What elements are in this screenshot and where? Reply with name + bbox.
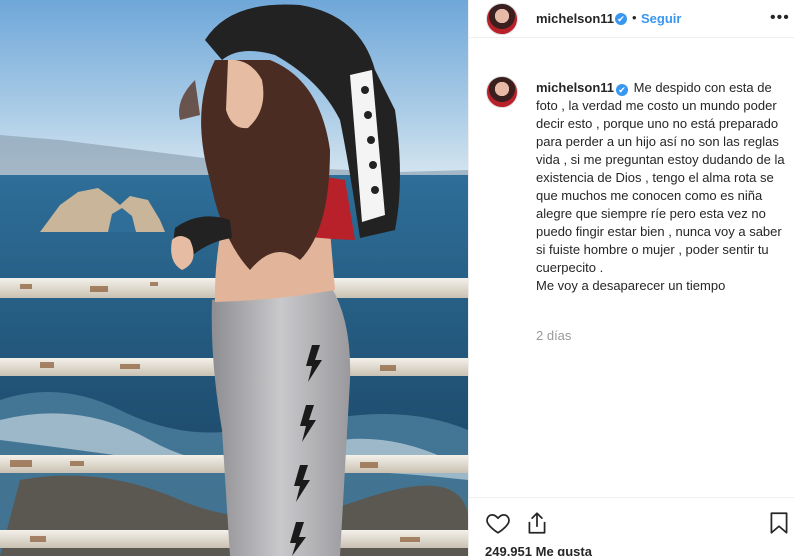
caption-username-link[interactable]: michelson11 [536, 80, 614, 95]
separator-dot: • [632, 10, 637, 25]
more-options-icon[interactable]: ••• [770, 9, 790, 27]
caption-text: michelson11 ✔ Me despido con esta de foto… [536, 79, 786, 295]
likes-number: 249.951 [485, 544, 532, 556]
post-actions-bar: 249.951 Me gusta [469, 497, 794, 556]
post-timestamp[interactable]: 2 días [536, 328, 571, 343]
verified-badge-icon: ✔ [616, 84, 629, 96]
post-header: michelson11 ✔ • Seguir ••• [469, 0, 794, 38]
bookmark-icon[interactable] [766, 510, 792, 536]
caption-body: Me despido con esta de foto , la verdad … [536, 80, 785, 293]
heart-icon[interactable] [485, 510, 511, 536]
avatar[interactable] [486, 3, 518, 35]
likes-label: Me gusta [535, 544, 592, 556]
verified-badge-icon: ✔ [615, 13, 627, 25]
post-photo-image [0, 0, 468, 556]
post-photo[interactable] [0, 0, 468, 556]
post-sidebar: michelson11 ✔ • Seguir ••• michelson11 ✔ … [468, 0, 794, 556]
follow-button[interactable]: Seguir [641, 11, 681, 26]
header-username-link[interactable]: michelson11 [536, 11, 614, 26]
share-icon[interactable] [524, 510, 550, 536]
caption-avatar[interactable] [486, 76, 518, 108]
likes-count[interactable]: 249.951 Me gusta [485, 544, 592, 556]
